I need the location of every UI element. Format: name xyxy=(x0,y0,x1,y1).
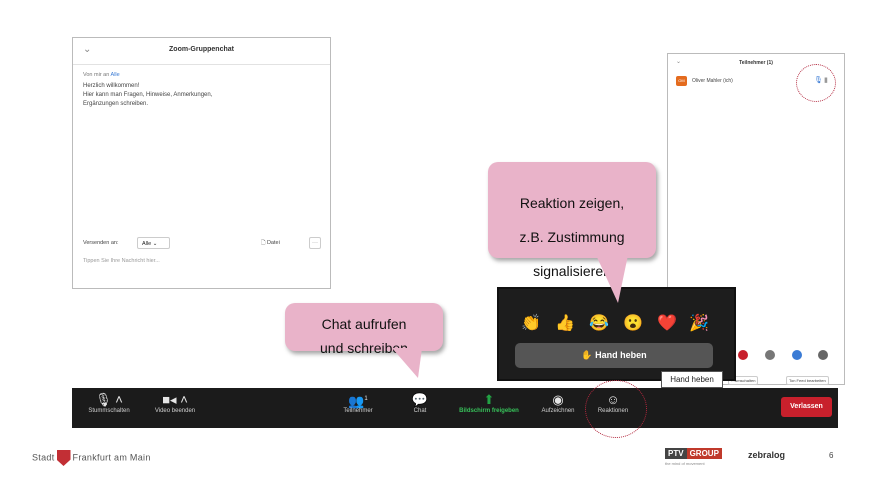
leave-button[interactable]: Verlassen xyxy=(781,397,832,417)
highlight-circle xyxy=(796,64,836,102)
avatar: OM xyxy=(676,76,687,86)
ptv-tagline: the mind of movement xyxy=(665,461,705,466)
send-to-label: Versenden an: xyxy=(83,240,119,246)
video-camera-icon: ■◂ ˄ xyxy=(162,392,188,407)
chat-header: ⌄ Zoom-Gruppenchat xyxy=(73,38,330,65)
chat-title: Zoom-Gruppenchat xyxy=(169,46,234,53)
city-logo: Stadt Frankfurt am Main xyxy=(32,450,151,466)
party-emoji[interactable]: 🎉 xyxy=(689,313,709,333)
send-to-row: Versenden an: Alle ⌄ 🗋 Datei ··· xyxy=(73,234,330,254)
chat-button[interactable]: 💬 Chat xyxy=(402,388,438,428)
raise-hand-button[interactable]: ✋ Hand heben xyxy=(515,343,713,368)
surprised-emoji[interactable]: 😮 xyxy=(623,313,643,333)
tooltip: Hand heben xyxy=(661,371,723,388)
share-screen-icon: ⬆ xyxy=(483,392,495,407)
stop-video-button[interactable]: ■◂ ˄ Video beenden xyxy=(144,388,206,428)
participants-action-right[interactable]: Ton Feed bearbeiten xyxy=(786,376,829,385)
microphone-icon: 🎙 ˄ xyxy=(95,392,123,407)
chat-bubble-icon: 💬 xyxy=(411,392,429,407)
status-dot-icon xyxy=(818,350,828,360)
record-dot-icon xyxy=(738,350,748,360)
callout-pointer xyxy=(392,348,422,378)
thumbs-up-emoji[interactable]: 👍 xyxy=(555,313,575,333)
participants-button[interactable]: 👥1 Teilnehmer xyxy=(334,388,382,428)
coat-of-arms-icon xyxy=(56,450,71,466)
chat-input[interactable]: Tippen Sie Ihre Nachricht hier... xyxy=(83,258,160,264)
status-dot-icon xyxy=(765,350,775,360)
file-button[interactable]: 🗋 Datei xyxy=(261,239,280,248)
chat-window: ⌄ Zoom-Gruppenchat Von mir an Alle Herzl… xyxy=(72,37,331,289)
ptv-logo: PTV GROUP xyxy=(665,448,722,459)
reaction-callout: Reaktion zeigen, z.B. Zustimmung signali… xyxy=(488,162,656,279)
meeting-toolbar: 🎙 ˄ Stummschalten ■◂ ˄ Video beenden 👥1 … xyxy=(72,388,838,428)
send-to-select[interactable]: Alle ⌄ xyxy=(137,237,170,249)
more-options-button[interactable]: ··· xyxy=(309,237,321,249)
share-screen-button[interactable]: ⬆ Bildschirm freigeben xyxy=(450,388,528,428)
mute-button[interactable]: 🎙 ˄ Stummschalten xyxy=(78,388,140,428)
chat-callout: Chat aufrufen und schreiben xyxy=(285,303,443,356)
clap-emoji[interactable]: 👏 xyxy=(521,313,541,333)
zebralog-logo: zebralog xyxy=(748,450,786,460)
participant-name: Oliver Mahler (ich) xyxy=(692,78,733,84)
chat-message: Herzlich willkommen! Hier kann man Frage… xyxy=(83,83,213,107)
record-button[interactable]: ◉ Aufzeichnen xyxy=(534,388,582,428)
callout-pointer xyxy=(596,255,628,303)
message-sender: Von mir an Alle xyxy=(83,72,120,78)
record-icon: ◉ xyxy=(552,392,564,407)
heart-emoji[interactable]: ❤️ xyxy=(657,313,677,333)
page-number: 6 xyxy=(829,451,834,460)
laugh-emoji[interactable]: 😂 xyxy=(589,313,609,333)
status-dot-icon xyxy=(792,350,802,360)
participants-icon: 👥1 xyxy=(348,393,368,409)
highlight-circle xyxy=(585,380,647,438)
